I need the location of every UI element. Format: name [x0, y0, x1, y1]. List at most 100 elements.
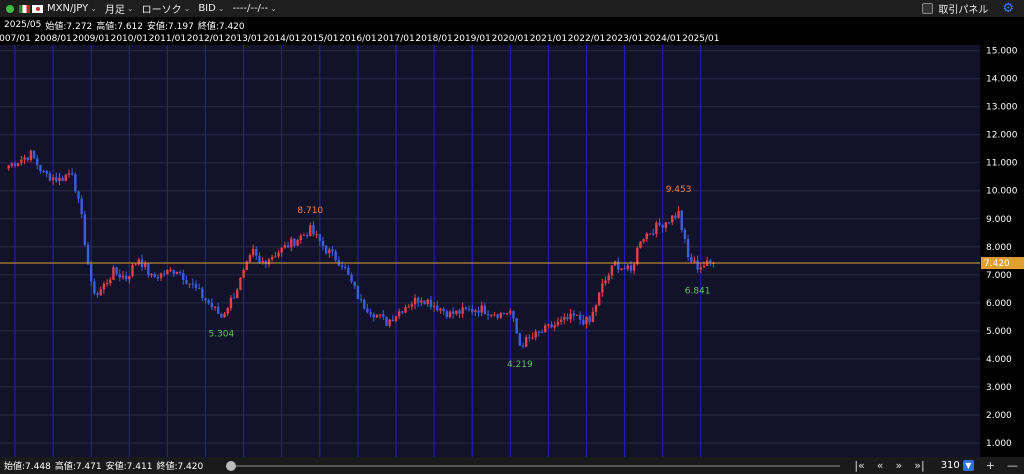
low-annotation: 6.841 — [685, 286, 711, 296]
candle-body — [420, 300, 423, 303]
trade-panel-checkbox[interactable] — [922, 3, 934, 14]
footer-low: 安値:7.411 — [105, 462, 153, 472]
low-annotation: 5.304 — [208, 329, 234, 339]
candle-body — [693, 260, 696, 262]
candle-body — [353, 281, 356, 287]
date-label: ----/--/-- — [232, 3, 269, 14]
candle-body — [61, 177, 64, 181]
x-tick-label: 2020/01 — [491, 34, 529, 44]
date-select[interactable]: ----/--/-- ⌄ — [233, 3, 277, 14]
bottom-bar: 始値:7.448 高値:7.471 安値:7.411 終値:7.420 |« «… — [0, 457, 1024, 474]
jump-end-icon[interactable]: »| — [914, 459, 924, 472]
chart-area[interactable]: 15.000 14.000 13.000 12.000 11.000 10.000 9.00… — [0, 45, 1024, 457]
candle-body — [191, 283, 194, 285]
candle-body — [369, 312, 372, 315]
price-side-select[interactable]: BID ⌄ — [198, 3, 224, 14]
candle-body — [439, 308, 442, 311]
y-tick-label: 10.000 — [986, 187, 1018, 197]
timeframe-select[interactable]: 月足 ⌄ — [105, 1, 134, 16]
scrollbar-track[interactable] — [232, 465, 840, 467]
candle-body — [229, 297, 233, 309]
x-tick-label: 2010/01 — [110, 34, 148, 44]
y-tick-label: 13.000 — [986, 103, 1018, 113]
candle-body — [261, 261, 264, 263]
candle-body — [610, 265, 614, 276]
candle-body — [159, 273, 163, 279]
candle-body — [404, 307, 407, 313]
japan-flag-icon — [32, 4, 43, 13]
y-tick-label: 4.000 — [986, 355, 1012, 365]
scroll-right-icon[interactable]: » — [896, 459, 903, 472]
candle-body — [359, 298, 363, 300]
x-tick-label: 2021/01 — [529, 34, 568, 44]
scroll-left-icon[interactable]: « — [877, 459, 884, 472]
y-tick-label: 8.000 — [986, 243, 1012, 253]
candle-body — [363, 299, 366, 309]
y-tick-label: 1.000 — [986, 439, 1012, 449]
chevron-down-icon[interactable]: ▼ — [962, 460, 974, 471]
candle-body — [680, 210, 683, 231]
candle-body — [445, 311, 448, 318]
candle-body — [696, 260, 699, 270]
candle-body — [296, 240, 299, 246]
candle-body — [502, 313, 506, 315]
zoom-value[interactable]: 310 — [941, 460, 960, 471]
x-tick-label: 2016/01 — [339, 34, 377, 44]
y-tick-label: 14.000 — [986, 75, 1018, 85]
price-chart[interactable]: 15.000 14.000 13.000 12.000 11.000 10.000 9.00… — [0, 45, 1024, 457]
candle-body — [629, 265, 633, 271]
currency-pair-label: MXN/JPY — [47, 3, 89, 14]
gear-icon[interactable]: ⚙ — [1002, 1, 1014, 16]
candle-body — [544, 325, 547, 333]
x-tick-label: 2019/01 — [453, 34, 491, 44]
x-tick-label: 2022/01 — [567, 34, 606, 44]
candle-body — [80, 198, 83, 215]
x-tick-label: 2018/01 — [415, 34, 453, 44]
mexico-flag-icon — [19, 4, 30, 13]
scrollbar-thumb[interactable] — [226, 461, 236, 471]
candle-body — [118, 273, 121, 278]
candle-body — [464, 307, 468, 309]
candle-body — [690, 257, 693, 262]
chevron-down-icon: ⌄ — [90, 4, 97, 13]
candle-body — [413, 297, 417, 305]
x-tick-label: 2011/01 — [148, 34, 187, 44]
candle-body — [280, 247, 283, 253]
candle-body — [486, 314, 490, 316]
candle-body — [156, 276, 160, 279]
candle-body — [36, 158, 39, 165]
x-tick-label: 2015/01 — [301, 34, 339, 44]
candle-body — [96, 293, 99, 296]
candle-body — [172, 269, 175, 274]
jump-start-icon[interactable]: |« — [854, 459, 864, 472]
chart-style-select[interactable]: ローソク ⌄ — [142, 1, 191, 16]
zoom-in-icon[interactable]: + — [986, 459, 995, 472]
candle-body — [458, 310, 461, 314]
candle-body — [134, 264, 137, 266]
candle-body — [505, 313, 509, 315]
candle-body — [607, 275, 610, 281]
candle-body — [547, 324, 550, 326]
candle-body — [153, 273, 156, 277]
chevron-down-icon: ⌄ — [217, 4, 225, 13]
candle-body — [102, 283, 106, 290]
candle-body — [232, 297, 236, 299]
candle-body — [251, 248, 255, 256]
candle-body — [671, 215, 674, 223]
candle-body — [521, 345, 525, 347]
candle-body — [391, 319, 395, 322]
x-tick-label: 2025/01 — [682, 34, 720, 44]
candle-body — [347, 268, 350, 275]
zoom-out-icon[interactable]: — — [1007, 459, 1018, 472]
candle-body — [274, 256, 277, 258]
candle-body — [121, 275, 125, 278]
candle-body — [356, 286, 360, 299]
candle-body — [477, 310, 480, 313]
candle-body — [10, 163, 14, 166]
candle-body — [471, 308, 474, 312]
candle-body — [432, 305, 436, 307]
y-tick-label: 3.000 — [986, 383, 1012, 393]
candle-body — [455, 310, 458, 314]
currency-pair-select[interactable]: MXN/JPY ⌄ — [19, 3, 97, 14]
x-tick-label: 2009/01 — [72, 34, 110, 44]
